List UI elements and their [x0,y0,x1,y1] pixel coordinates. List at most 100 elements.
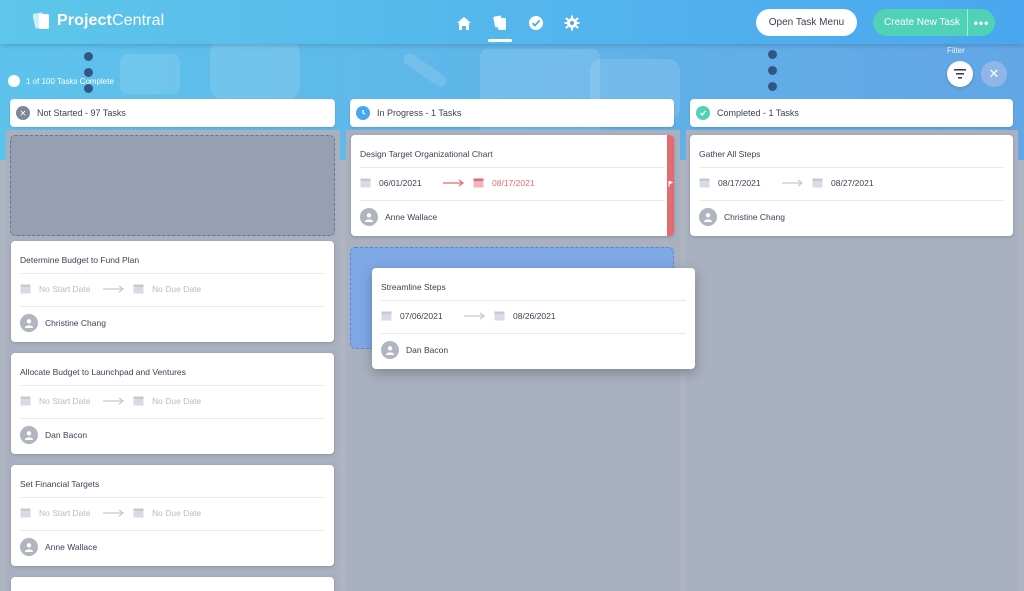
avatar-icon [20,426,38,444]
column-header-not-started[interactable]: ✕ Not Started - 97 Tasks [10,99,335,127]
calendar-icon [20,507,31,518]
calendar-icon [133,283,144,294]
due-date[interactable]: No Due Date [152,284,201,294]
divider [381,300,686,301]
task-card[interactable]: Set Financial Targets No Start Date No D… [11,465,334,566]
task-card[interactable] [11,577,334,591]
flag-icon [668,180,674,187]
more-options-button[interactable]: ••• [967,9,995,36]
dragged-task-card[interactable]: Streamline Steps 07/06/2021 08/26/2021 D… [372,268,695,369]
hero-dot [768,50,777,59]
overdue-flag-strip [667,135,674,236]
start-date[interactable]: 08/17/2021 [718,178,774,188]
divider [20,385,325,386]
column-header-in-progress[interactable]: In Progress - 1 Tasks [350,99,674,127]
start-date[interactable]: 07/06/2021 [400,311,456,321]
divider [20,530,325,531]
clock-icon [356,106,370,120]
due-date[interactable]: 08/27/2021 [831,178,874,188]
assignee-name: Dan Bacon [406,345,449,355]
assignee-name: Anne Wallace [385,212,438,222]
main-nav [453,12,583,42]
task-title: Set Financial Targets [20,479,100,489]
create-new-task-button[interactable]: Create New Task [873,9,967,36]
divider [20,273,325,274]
clear-filter-button[interactable]: ✕ [981,61,1007,87]
calendar-icon [133,395,144,406]
app-logo[interactable]: ProjectCentral [32,11,164,31]
column-title: In Progress - 1 Tasks [377,108,462,118]
task-assignee[interactable]: Dan Bacon [381,341,448,359]
hero-decoration [210,44,300,104]
due-date[interactable]: No Due Date [152,508,201,518]
task-assignee[interactable]: Anne Wallace [360,208,437,226]
task-dates: 08/17/2021 08/27/2021 [699,177,874,188]
task-card[interactable]: Allocate Budget to Launchpad and Venture… [11,353,334,454]
check-circle-icon [696,106,710,120]
progress-indicator: 1 of 100 Tasks Complete [8,75,114,87]
filter-button[interactable] [947,61,973,87]
task-title: Design Target Organizational Chart [360,149,493,159]
drop-placeholder [10,135,335,236]
task-assignee[interactable]: Dan Bacon [20,426,87,444]
divider [699,200,1004,201]
calendar-icon [473,177,484,188]
filter-label: Filter [947,46,965,55]
open-task-menu-button[interactable]: Open Task Menu [756,9,857,36]
assignee-name: Anne Wallace [45,542,98,552]
arrow-icon [460,312,490,320]
divider [360,167,665,168]
create-task-group: Create New Task ••• [873,9,995,36]
column-header-completed[interactable]: Completed - 1 Tasks [690,99,1013,127]
task-assignee[interactable]: Anne Wallace [20,538,97,556]
assignee-name: Dan Bacon [45,430,88,440]
calendar-icon [699,177,710,188]
task-card[interactable]: Gather All Steps 08/17/2021 08/27/2021 C… [690,135,1013,236]
arrow-icon [99,397,129,405]
hero-dot [768,66,777,75]
calendar-icon [812,177,823,188]
task-assignee[interactable]: Christine Chang [699,208,785,226]
check-icon[interactable] [525,12,547,34]
assignee-name: Christine Chang [45,318,106,328]
gear-icon[interactable] [561,12,583,34]
due-date[interactable]: 08/26/2021 [513,311,556,321]
calendar-icon [133,507,144,518]
hero-dot [768,82,777,91]
home-icon[interactable] [453,12,475,34]
arrow-icon [439,179,469,187]
avatar-icon [360,208,378,226]
avatar-icon [20,314,38,332]
cards-icon[interactable] [488,12,512,42]
column-title: Completed - 1 Tasks [717,108,799,118]
start-date[interactable]: No Start Date [39,284,95,294]
calendar-icon [20,395,31,406]
due-date[interactable]: 08/17/2021 [492,178,535,188]
task-assignee[interactable]: Christine Chang [20,314,106,332]
calendar-icon [360,177,371,188]
divider [20,306,325,307]
calendar-icon [20,283,31,294]
task-card[interactable]: Determine Budget to Fund Plan No Start D… [11,241,334,342]
progress-circle-icon [8,75,20,87]
start-date[interactable]: 06/01/2021 [379,178,435,188]
top-bar: ProjectCentral Open Task Menu Create New… [0,0,1024,44]
avatar-icon [381,341,399,359]
arrow-icon [99,285,129,293]
due-date[interactable]: No Due Date [152,396,201,406]
logo-icon [32,11,51,31]
task-dates: No Start Date No Due Date [20,395,201,406]
avatar-icon [20,538,38,556]
start-date[interactable]: No Start Date [39,396,95,406]
hero-decoration [401,50,449,90]
divider [381,333,686,334]
progress-text: 1 of 100 Tasks Complete [26,76,114,86]
start-date[interactable]: No Start Date [39,508,95,518]
task-dates: 06/01/2021 08/17/2021 [360,177,535,188]
x-circle-icon: ✕ [16,106,30,120]
column-title: Not Started - 97 Tasks [37,108,126,118]
task-dates: No Start Date No Due Date [20,283,201,294]
arrow-icon [99,509,129,517]
assignee-name: Christine Chang [724,212,785,222]
task-card[interactable]: Design Target Organizational Chart 06/01… [351,135,674,236]
